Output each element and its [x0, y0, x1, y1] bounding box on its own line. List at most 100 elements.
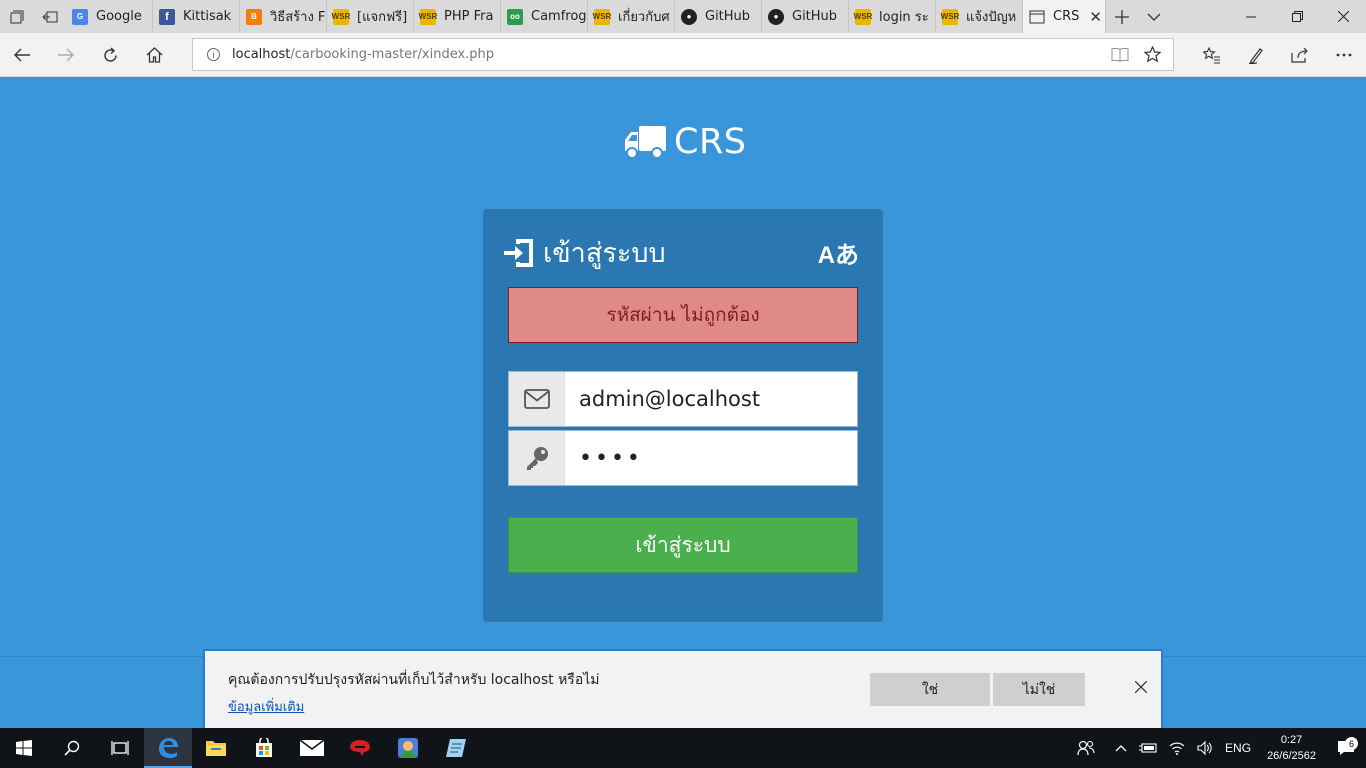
more-info-link[interactable]: ข้อมูลเพิ่มเติม	[228, 696, 304, 717]
tab-github-1[interactable]: ● GitHub	[675, 0, 762, 33]
language-toggle-icon[interactable]: Aあ	[818, 235, 859, 270]
search-icon	[64, 740, 80, 756]
people-icon	[1077, 740, 1095, 756]
clock-time: 0:27	[1280, 734, 1303, 746]
reading-view-icon[interactable]	[1111, 47, 1129, 62]
show-hidden-icons-button[interactable]	[1115, 744, 1127, 752]
password-field	[508, 430, 858, 486]
refresh-button[interactable]	[88, 33, 132, 77]
chevron-down-icon	[1147, 13, 1161, 21]
wsr-icon: WSR	[941, 8, 959, 25]
search-button[interactable]	[48, 728, 96, 768]
taskbar-app-notes[interactable]	[432, 728, 480, 768]
tab-wsr-2[interactable]: WSR PHP Fra	[414, 0, 501, 33]
task-view-icon	[111, 741, 129, 755]
mail-icon	[300, 740, 324, 756]
url-path: /carbooking-master/xindex.php	[290, 47, 495, 62]
wsr-icon: WSR	[593, 8, 611, 25]
tab-google[interactable]: G Google	[66, 0, 153, 33]
task-view-button[interactable]	[96, 728, 144, 768]
camfrog-icon: oo	[507, 8, 523, 25]
yes-button[interactable]: ใช่	[870, 673, 990, 706]
arrow-right-icon	[58, 48, 74, 62]
battery-button[interactable]	[1139, 742, 1157, 754]
notes-app-icon	[446, 739, 466, 757]
tab-camfrog[interactable]: oo Camfrog	[501, 0, 588, 33]
clock-date: 26/6/2562	[1267, 750, 1316, 762]
close-tab-icon[interactable]: ✕	[1089, 8, 1102, 26]
volume-button[interactable]	[1197, 741, 1213, 755]
chevron-up-icon	[1115, 745, 1127, 752]
share-button[interactable]	[1278, 33, 1322, 77]
password-input[interactable]	[565, 431, 857, 485]
site-info-icon[interactable]: i	[207, 48, 220, 61]
facebook-icon: f	[159, 8, 175, 25]
user-app-icon	[398, 738, 418, 758]
taskbar-app-user[interactable]	[384, 728, 432, 768]
people-button[interactable]	[1077, 740, 1095, 756]
network-button[interactable]	[1169, 741, 1185, 755]
forward-button[interactable]	[44, 33, 88, 77]
input-language-button[interactable]: ENG	[1225, 741, 1251, 755]
tab-title: CRS	[1053, 9, 1080, 24]
action-center-button[interactable]: 6	[1326, 737, 1366, 756]
envelope-icon	[523, 389, 550, 409]
favorite-star-icon[interactable]	[1144, 46, 1161, 63]
wsr-icon: WSR	[854, 8, 872, 25]
tab-title: [แจกฟรี]	[357, 10, 408, 25]
tab-blogger[interactable]: B วิธีสร้าง F	[240, 0, 327, 33]
close-icon	[1337, 11, 1349, 22]
notification-message: คุณต้องการปรับปรุงรหัสผ่านที่เก็บไว้สำหร…	[228, 672, 600, 688]
more-button[interactable]	[1322, 33, 1366, 77]
set-aside-tabs-button[interactable]	[33, 0, 66, 33]
system-tray: ENG 0:27 26/6/2562 6	[1071, 728, 1366, 768]
tab-preview-button[interactable]	[0, 0, 33, 33]
github-icon: ●	[768, 8, 784, 25]
restore-button[interactable]	[1274, 0, 1320, 33]
tab-facebook[interactable]: f Kittisak	[153, 0, 240, 33]
no-button[interactable]: ไม่ใช่	[993, 673, 1085, 706]
plus-icon	[1115, 9, 1129, 24]
tab-preview-icon	[10, 10, 23, 23]
login-submit-button[interactable]: เข้าสู่ระบบ	[508, 517, 858, 573]
page-icon	[1029, 10, 1045, 23]
start-button[interactable]	[0, 728, 48, 768]
blogger-icon: B	[246, 8, 262, 25]
taskbar-file-explorer[interactable]	[192, 728, 240, 768]
tab-crs-active[interactable]: CRS ✕	[1023, 0, 1106, 33]
tab-title: แจ้งปัญห	[966, 10, 1017, 25]
tab-wsr-1[interactable]: WSR [แจกฟรี]	[327, 0, 414, 33]
back-button[interactable]	[0, 33, 44, 77]
taskbar-mail[interactable]	[288, 728, 336, 768]
tab-wsr-5[interactable]: WSR แจ้งปัญห	[936, 0, 1023, 33]
sign-in-icon	[504, 238, 533, 267]
taskbar-store[interactable]	[240, 728, 288, 768]
home-icon	[146, 47, 162, 63]
password-addon	[509, 431, 565, 485]
tab-wsr-4[interactable]: WSR login ระ	[849, 0, 936, 33]
taskbar-edge[interactable]	[144, 728, 192, 768]
email-input[interactable]	[565, 372, 857, 426]
login-title: เข้าสู่ระบบ	[543, 238, 666, 269]
close-window-button[interactable]	[1320, 0, 1366, 33]
minimize-button[interactable]	[1228, 0, 1274, 33]
tab-title: PHP Fra	[444, 9, 494, 24]
notification-count-badge: 6	[1345, 737, 1358, 750]
taskbar-app-red[interactable]	[336, 728, 384, 768]
web-note-button[interactable]	[1234, 33, 1278, 77]
set-aside-icon	[41, 11, 57, 22]
login-panel: เข้าสู่ระบบ Aあ รหัสผ่าน ไม่ถูกต้อง เข้าส…	[483, 209, 883, 622]
favorites-hub-button[interactable]	[1190, 33, 1234, 77]
share-icon	[1291, 47, 1308, 63]
clock[interactable]: 0:27 26/6/2562	[1267, 732, 1316, 764]
tab-github-2[interactable]: ● GitHub	[762, 0, 849, 33]
tab-list-button[interactable]	[1138, 0, 1170, 33]
tab-title: GitHub	[705, 9, 751, 24]
new-tab-button[interactable]	[1106, 0, 1138, 33]
home-button[interactable]	[132, 33, 176, 77]
tab-title: Camfrog	[531, 9, 587, 24]
close-notification-icon[interactable]	[1135, 681, 1147, 693]
address-bar[interactable]: i localhost/carbooking-master/xindex.php	[192, 38, 1174, 71]
tab-wsr-3[interactable]: WSR เกี่ยวกับศ	[588, 0, 675, 33]
window-controls	[1228, 0, 1366, 33]
